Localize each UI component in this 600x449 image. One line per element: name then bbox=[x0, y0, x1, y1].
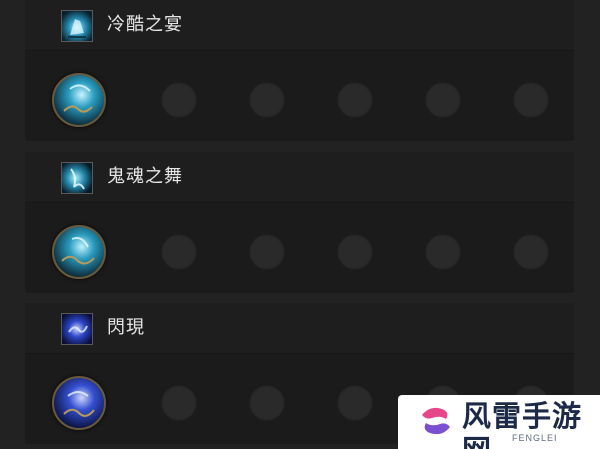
skill-panel-header: 冷酷之宴 bbox=[25, 0, 574, 51]
empty-skill-slot[interactable] bbox=[161, 82, 197, 118]
empty-skill-slot[interactable] bbox=[249, 234, 285, 270]
ghost-dance-icon-art bbox=[62, 163, 92, 193]
cold-feast-icon-art bbox=[62, 11, 92, 41]
empty-skill-slot[interactable] bbox=[161, 234, 197, 270]
empty-skill-slot[interactable] bbox=[425, 82, 461, 118]
skill-build-page: 冷酷之宴 鬼魂之舞 閃現 风雷手游 FENGLEI bbox=[0, 0, 600, 449]
skill-panel-header: 鬼魂之舞 bbox=[25, 152, 574, 203]
empty-skill-slot[interactable] bbox=[249, 385, 285, 421]
blink-skill-icon[interactable] bbox=[61, 313, 93, 345]
watermark-subtitle: FENGLEI bbox=[512, 433, 558, 443]
empty-skill-slot[interactable] bbox=[513, 234, 549, 270]
skill-name: 冷酷之宴 bbox=[107, 14, 183, 35]
skill-name: 閃現 bbox=[107, 317, 145, 338]
skill-panel-2: 鬼魂之舞 bbox=[25, 152, 574, 293]
ghost-dance-skill-orb[interactable] bbox=[52, 225, 106, 279]
blink-icon-art bbox=[62, 314, 92, 344]
ghost-dance-skill-icon[interactable] bbox=[61, 162, 93, 194]
cold-feast-skill-icon[interactable] bbox=[61, 10, 93, 42]
skill-name: 鬼魂之舞 bbox=[107, 166, 183, 187]
site-watermark: 风雷手游网 FENGLEI bbox=[398, 395, 600, 449]
cold-feast-skill-orb[interactable] bbox=[52, 73, 106, 127]
skill-panel-header: 閃現 bbox=[25, 303, 574, 354]
cold-feast-orb-art bbox=[52, 73, 106, 127]
empty-skill-slot[interactable] bbox=[337, 234, 373, 270]
fenglei-logo-art bbox=[422, 407, 450, 435]
fenglei-logo-icon bbox=[416, 401, 456, 441]
empty-skill-slot[interactable] bbox=[249, 82, 285, 118]
empty-skill-slot[interactable] bbox=[337, 385, 373, 421]
ghost-dance-orb-art bbox=[52, 225, 106, 279]
blink-skill-orb[interactable] bbox=[52, 376, 106, 430]
skill-panel-1: 冷酷之宴 bbox=[25, 0, 574, 141]
empty-skill-slot[interactable] bbox=[513, 82, 549, 118]
blink-orb-art bbox=[52, 376, 106, 430]
empty-skill-slot[interactable] bbox=[161, 385, 197, 421]
empty-skill-slot[interactable] bbox=[337, 82, 373, 118]
empty-skill-slot[interactable] bbox=[425, 234, 461, 270]
